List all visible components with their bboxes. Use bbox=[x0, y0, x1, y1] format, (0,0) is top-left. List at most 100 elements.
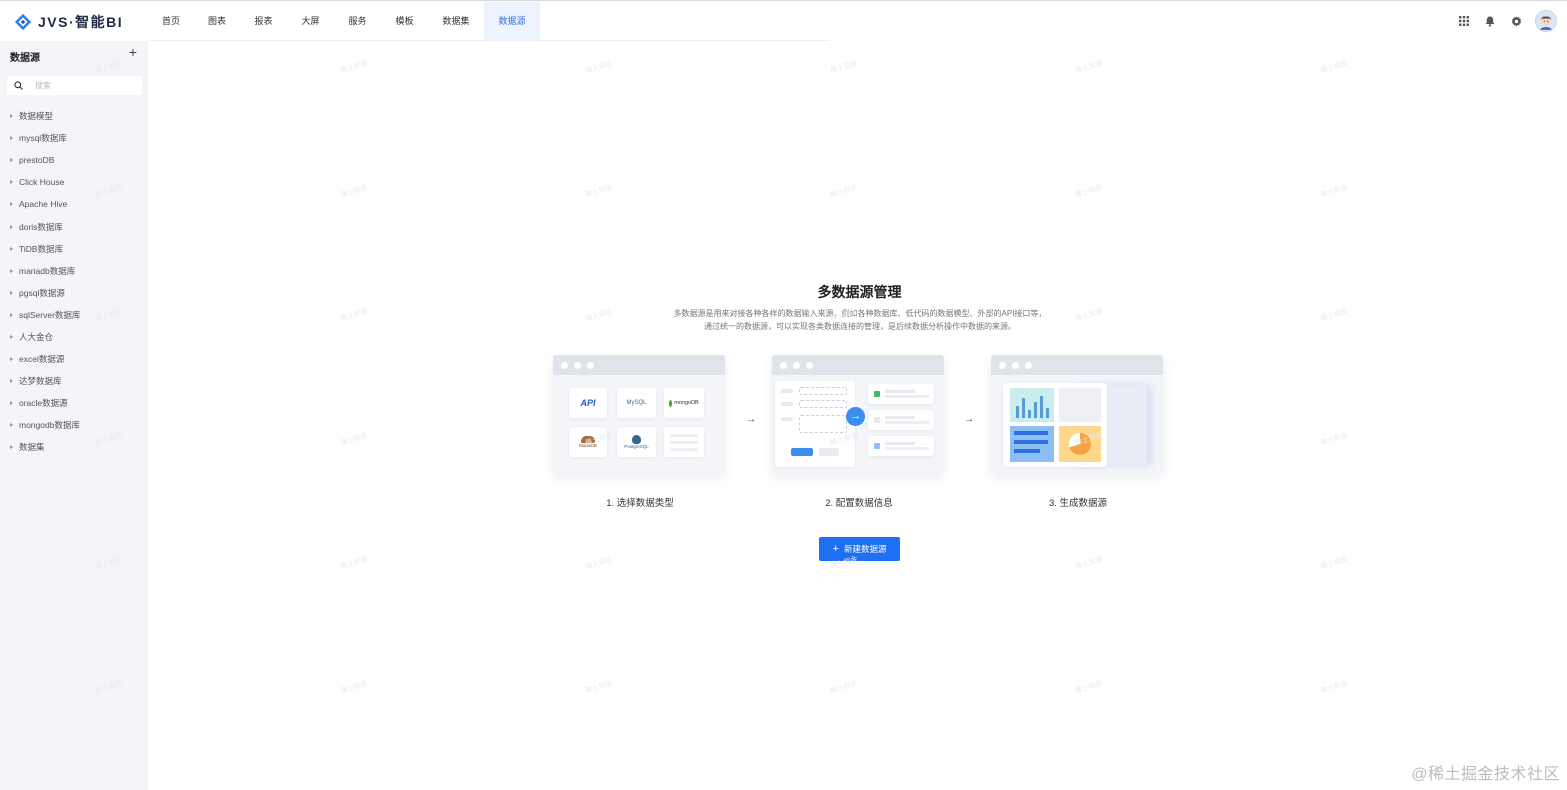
caret-right-icon bbox=[10, 445, 13, 450]
apps-grid-icon[interactable] bbox=[1451, 10, 1477, 32]
caret-right-icon bbox=[10, 202, 13, 207]
caret-right-icon bbox=[10, 357, 13, 362]
new-datasource-button[interactable]: + 新建数据源 bbox=[819, 537, 900, 561]
caret-right-icon bbox=[10, 224, 13, 229]
tree-item-label: mongodb数据库 bbox=[19, 420, 80, 431]
tree-item[interactable]: 达梦数据库 bbox=[0, 370, 148, 392]
sidebar-search bbox=[7, 76, 142, 95]
mongodb-label: mongoDB bbox=[674, 400, 699, 406]
tree-item-label: doris数据库 bbox=[19, 221, 63, 232]
tree-item-label: 达梦数据库 bbox=[19, 376, 62, 387]
search-input[interactable] bbox=[35, 81, 135, 90]
bell-icon[interactable] bbox=[1477, 10, 1503, 32]
logo-text: JVS·智能BI bbox=[38, 14, 124, 30]
tree-item[interactable]: oracle数据源 bbox=[0, 392, 148, 414]
step-3-illustration bbox=[991, 355, 1165, 477]
sidebar: 数据源 + 数据模型 mysql数据库 prestoDB Click House Apa… bbox=[0, 41, 148, 790]
nav-tab-3[interactable]: 大屏 bbox=[287, 2, 334, 41]
datasource-tree: 数据模型 mysql数据库 prestoDB Click House Apache Hi… bbox=[0, 105, 148, 459]
caret-right-icon bbox=[10, 401, 13, 406]
settings-gear-icon[interactable] bbox=[1503, 10, 1529, 32]
caret-right-icon bbox=[10, 312, 13, 317]
tree-item-label: 数据模型 bbox=[19, 111, 54, 122]
tree-item-label: 数据集 bbox=[19, 442, 45, 453]
caret-right-icon bbox=[10, 334, 13, 339]
step-1-label: 1. 选择数据类型 bbox=[606, 498, 674, 509]
more-tile bbox=[664, 427, 704, 457]
new-datasource-label: 新建数据源 bbox=[843, 544, 887, 554]
main-content: 多数据源管理 多数据源是用来对接各种各样的数据输入来源。例如各种数据库、低代码的… bbox=[148, 41, 1567, 790]
tree-item[interactable]: excel数据源 bbox=[0, 348, 148, 370]
caret-right-icon bbox=[10, 246, 13, 251]
tree-item[interactable]: doris数据库 bbox=[0, 215, 148, 237]
postgresql-label: PostgreSQL bbox=[624, 444, 649, 449]
config-row-1 bbox=[868, 384, 934, 404]
tree-item-label: 人大金仓 bbox=[19, 331, 54, 342]
caret-right-icon bbox=[10, 114, 13, 119]
mariadb-seal-icon bbox=[581, 436, 595, 443]
tree-item-label: Apache Hive bbox=[19, 199, 68, 210]
caret-right-icon bbox=[10, 379, 13, 384]
caret-right-icon bbox=[10, 158, 13, 163]
add-datasource-button[interactable]: + bbox=[127, 45, 139, 59]
postgresql-elephant-icon bbox=[632, 435, 641, 444]
tree-item[interactable]: pgsql数据源 bbox=[0, 282, 148, 304]
nav-tab-1[interactable]: 图表 bbox=[194, 2, 240, 41]
tree-item[interactable]: 数据集 bbox=[0, 436, 148, 458]
tree-item-label: oracle数据源 bbox=[19, 398, 68, 409]
step-1-illustration: API MySQL mongoDB MariaDB PostgreSQL bbox=[553, 355, 727, 477]
mariadb-tile: MariaDB bbox=[569, 427, 607, 457]
config-row-3 bbox=[868, 436, 934, 456]
caret-right-icon bbox=[10, 423, 13, 428]
tree-item[interactable]: 数据模型 bbox=[0, 105, 148, 127]
tree-item-label: mariadb数据库 bbox=[19, 265, 76, 276]
step-arrow-1: → bbox=[746, 414, 756, 425]
mysql-label: MySQL bbox=[626, 400, 647, 406]
step-3-label: 3. 生成数据源 bbox=[1048, 498, 1108, 509]
nav-tab-2[interactable]: 报表 bbox=[240, 2, 287, 41]
search-icon bbox=[14, 81, 23, 90]
step-arrow-2: → bbox=[964, 414, 974, 425]
tree-item-label: Click House bbox=[19, 177, 65, 188]
nav-tab-4[interactable]: 服务 bbox=[334, 2, 381, 41]
tree-item-label: prestoDB bbox=[19, 155, 55, 166]
postgresql-tile: PostgreSQL bbox=[617, 427, 656, 457]
tree-item[interactable]: mariadb数据库 bbox=[0, 260, 148, 282]
dashboard-preview bbox=[1003, 383, 1107, 467]
page-title: 多数据源管理 bbox=[817, 284, 902, 300]
nav-tab-6[interactable]: 数据集 bbox=[428, 2, 484, 41]
mongodb-leaf-icon bbox=[669, 399, 673, 407]
nav-tab-7[interactable]: 数据源 bbox=[484, 2, 540, 41]
corner-watermark: @稀土掘金技术社区 bbox=[1411, 766, 1560, 783]
nav-tab-5[interactable]: 模板 bbox=[381, 2, 428, 41]
logo-icon bbox=[14, 13, 32, 31]
tree-item-label: pgsql数据源 bbox=[19, 287, 65, 298]
pie-chart-icon bbox=[1059, 426, 1101, 462]
nav-tab-0[interactable]: 首页 bbox=[148, 2, 194, 41]
header-actions bbox=[1451, 10, 1557, 32]
tree-item[interactable]: TiDB数据库 bbox=[0, 238, 148, 260]
mariadb-label: MariaDB bbox=[579, 443, 597, 448]
mongodb-tile: mongoDB bbox=[664, 388, 704, 418]
tree-item[interactable]: prestoDB bbox=[0, 149, 148, 171]
app-logo[interactable]: JVS·智能BI bbox=[14, 11, 123, 33]
api-tile: API bbox=[569, 388, 607, 418]
api-label: API bbox=[580, 398, 596, 408]
sidebar-title: 数据源 bbox=[10, 53, 40, 64]
config-form-panel bbox=[775, 381, 855, 467]
caret-right-icon bbox=[10, 136, 13, 141]
top-header: JVS·智能BI 首页 图表 报表 大屏 服务 模板 数据集 数据源 bbox=[0, 0, 1567, 41]
tree-item[interactable]: Click House bbox=[0, 171, 148, 193]
step-2-label: 2. 配置数据信息 bbox=[825, 498, 893, 509]
tree-item-label: excel数据源 bbox=[19, 354, 65, 365]
bar-chart-icon bbox=[1010, 388, 1054, 422]
tree-item[interactable]: sqlServer数据库 bbox=[0, 304, 148, 326]
tree-item[interactable]: mongodb数据库 bbox=[0, 414, 148, 436]
user-avatar[interactable] bbox=[1535, 10, 1557, 32]
caret-right-icon bbox=[10, 290, 13, 295]
tree-item-label: sqlServer数据库 bbox=[19, 309, 81, 320]
tree-item[interactable]: mysql数据库 bbox=[0, 127, 148, 149]
tree-item[interactable]: 人大金仓 bbox=[0, 326, 148, 348]
main-nav: 首页 图表 报表 大屏 服务 模板 数据集 数据源 bbox=[148, 2, 540, 41]
tree-item[interactable]: Apache Hive bbox=[0, 193, 148, 215]
